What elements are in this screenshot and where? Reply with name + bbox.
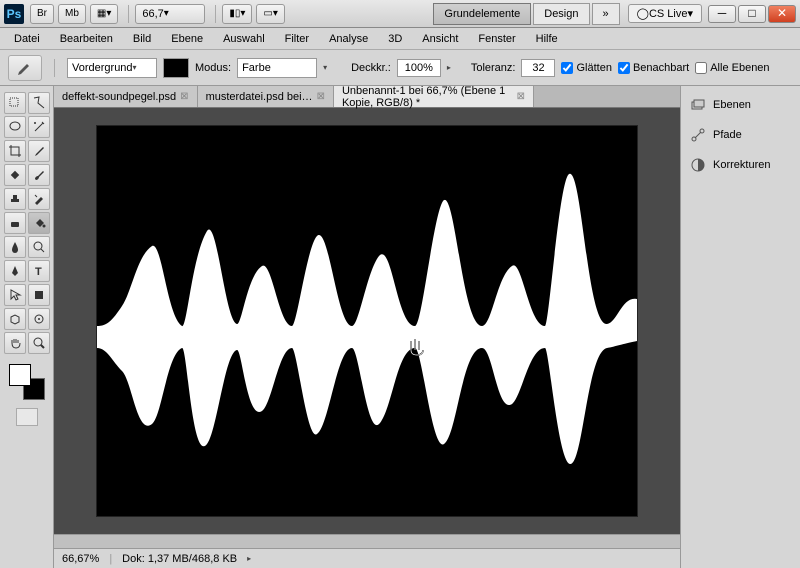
3d-tool[interactable] bbox=[4, 308, 26, 330]
doc-info[interactable]: Dok: 1,37 MB/468,8 KB bbox=[122, 553, 237, 565]
type-tool[interactable]: T bbox=[28, 260, 50, 282]
workspace-design[interactable]: Design bbox=[533, 3, 589, 25]
zoom-tool[interactable] bbox=[28, 332, 50, 354]
tab-2[interactable]: musterdatei.psd bei…⊠ bbox=[198, 86, 334, 107]
workspace-grundelemente[interactable]: Grundelemente bbox=[433, 3, 531, 25]
status-bar: 66,67% | Dok: 1,37 MB/468,8 KB ▸ bbox=[54, 548, 680, 568]
waveform-shape bbox=[97, 126, 637, 516]
path-select-tool[interactable] bbox=[4, 284, 26, 306]
close-button[interactable]: ✕ bbox=[768, 5, 796, 23]
fill-dropdown[interactable]: Vordergrund ▾ bbox=[67, 58, 157, 78]
view-extras-button[interactable]: ▦▾ bbox=[90, 4, 118, 24]
tab-1[interactable]: deffekt-soundpegel.psd⊠ bbox=[54, 86, 198, 107]
paths-icon bbox=[689, 126, 707, 144]
current-tool-indicator[interactable] bbox=[8, 55, 42, 81]
screen-mode-button[interactable]: ▭▾ bbox=[256, 4, 284, 24]
pen-tool[interactable] bbox=[4, 260, 26, 282]
antialias-checkbox[interactable]: Glätten bbox=[561, 62, 611, 74]
menu-datei[interactable]: Datei bbox=[6, 31, 48, 47]
move-tool[interactable] bbox=[4, 92, 26, 114]
bridge-button[interactable]: Br bbox=[30, 4, 54, 24]
contiguous-checkbox[interactable]: Benachbart bbox=[618, 62, 689, 74]
tolerance-field[interactable]: 32 bbox=[521, 59, 555, 77]
minibridge-button[interactable]: Mb bbox=[58, 4, 86, 24]
workspace-more[interactable]: » bbox=[592, 3, 620, 25]
minimize-button[interactable]: ─ bbox=[708, 5, 736, 23]
opacity-field[interactable]: 100% bbox=[397, 59, 441, 77]
close-icon[interactable]: ⊠ bbox=[517, 91, 525, 102]
menu-filter[interactable]: Filter bbox=[277, 31, 317, 47]
all-layers-checkbox[interactable]: Alle Ebenen bbox=[695, 62, 769, 74]
options-bar: Vordergrund ▾ Modus: Farbe▾ Deckkr.: 100… bbox=[0, 50, 800, 86]
panels-dock: Ebenen Pfade Korrekturen bbox=[680, 86, 800, 568]
history-brush-tool[interactable] bbox=[28, 188, 50, 210]
mode-label: Modus: bbox=[195, 62, 231, 74]
menu-auswahl[interactable]: Auswahl bbox=[215, 31, 273, 47]
toolbox: T bbox=[0, 86, 54, 568]
panel-korrekturen[interactable]: Korrekturen bbox=[687, 154, 794, 176]
panel-ebenen[interactable]: Ebenen bbox=[687, 94, 794, 116]
canvas-area[interactable] bbox=[54, 108, 680, 534]
eraser-tool[interactable] bbox=[4, 212, 26, 234]
marquee-tool[interactable] bbox=[28, 92, 50, 114]
adjustments-icon bbox=[689, 156, 707, 174]
menu-3d[interactable]: 3D bbox=[380, 31, 410, 47]
fill-swatch[interactable] bbox=[163, 58, 189, 78]
menu-ebene[interactable]: Ebene bbox=[163, 31, 211, 47]
stamp-tool[interactable] bbox=[4, 188, 26, 210]
document-tabs: deffekt-soundpegel.psd⊠ musterdatei.psd … bbox=[54, 86, 680, 108]
cslive-button[interactable]: ◯ CS Live ▾ bbox=[628, 4, 702, 23]
maximize-button[interactable]: □ bbox=[738, 5, 766, 23]
menu-hilfe[interactable]: Hilfe bbox=[528, 31, 566, 47]
crop-tool[interactable] bbox=[4, 140, 26, 162]
hand-tool[interactable] bbox=[4, 332, 26, 354]
menu-bearbeiten[interactable]: Bearbeiten bbox=[52, 31, 121, 47]
shape-tool[interactable] bbox=[28, 284, 50, 306]
zoom-readout[interactable]: 66,67% bbox=[62, 553, 99, 565]
dodge-tool[interactable] bbox=[28, 236, 50, 258]
wand-tool[interactable] bbox=[28, 116, 50, 138]
bucket-tool[interactable] bbox=[28, 212, 50, 234]
close-icon[interactable]: ⊠ bbox=[317, 91, 325, 102]
layers-icon bbox=[689, 96, 707, 114]
menu-bar: Datei Bearbeiten Bild Ebene Auswahl Filt… bbox=[0, 28, 800, 50]
menu-bild[interactable]: Bild bbox=[125, 31, 159, 47]
brush-tool[interactable] bbox=[28, 164, 50, 186]
mode-dropdown[interactable]: Farbe bbox=[237, 58, 317, 78]
canvas[interactable] bbox=[97, 126, 637, 516]
menu-ansicht[interactable]: Ansicht bbox=[414, 31, 466, 47]
lasso-tool[interactable] bbox=[4, 116, 26, 138]
close-icon[interactable]: ⊠ bbox=[180, 91, 188, 102]
opacity-label: Deckkr.: bbox=[351, 62, 391, 74]
foreground-swatch[interactable] bbox=[9, 364, 31, 386]
title-bar: Ps Br Mb ▦▾ 66,7 ▾ ▮▯▾ ▭▾ Grundelemente … bbox=[0, 0, 800, 28]
ps-logo: Ps bbox=[4, 4, 24, 24]
panel-pfade[interactable]: Pfade bbox=[687, 124, 794, 146]
zoom-level-dropdown[interactable]: 66,7 ▾ bbox=[135, 4, 205, 24]
3d-camera-tool[interactable] bbox=[28, 308, 50, 330]
eyedropper-tool[interactable] bbox=[28, 140, 50, 162]
menu-fenster[interactable]: Fenster bbox=[470, 31, 523, 47]
horizontal-scrollbar[interactable] bbox=[54, 534, 680, 548]
tab-3[interactable]: Unbenannt-1 bei 66,7% (Ebene 1 Kopie, RG… bbox=[334, 86, 534, 107]
blur-tool[interactable] bbox=[4, 236, 26, 258]
quickmask-button[interactable] bbox=[16, 408, 38, 426]
color-swatches[interactable] bbox=[9, 364, 45, 400]
tolerance-label: Toleranz: bbox=[471, 62, 516, 74]
arrange-button[interactable]: ▮▯▾ bbox=[222, 4, 252, 24]
svg-text:T: T bbox=[35, 266, 42, 278]
heal-tool[interactable] bbox=[4, 164, 26, 186]
menu-analyse[interactable]: Analyse bbox=[321, 31, 376, 47]
